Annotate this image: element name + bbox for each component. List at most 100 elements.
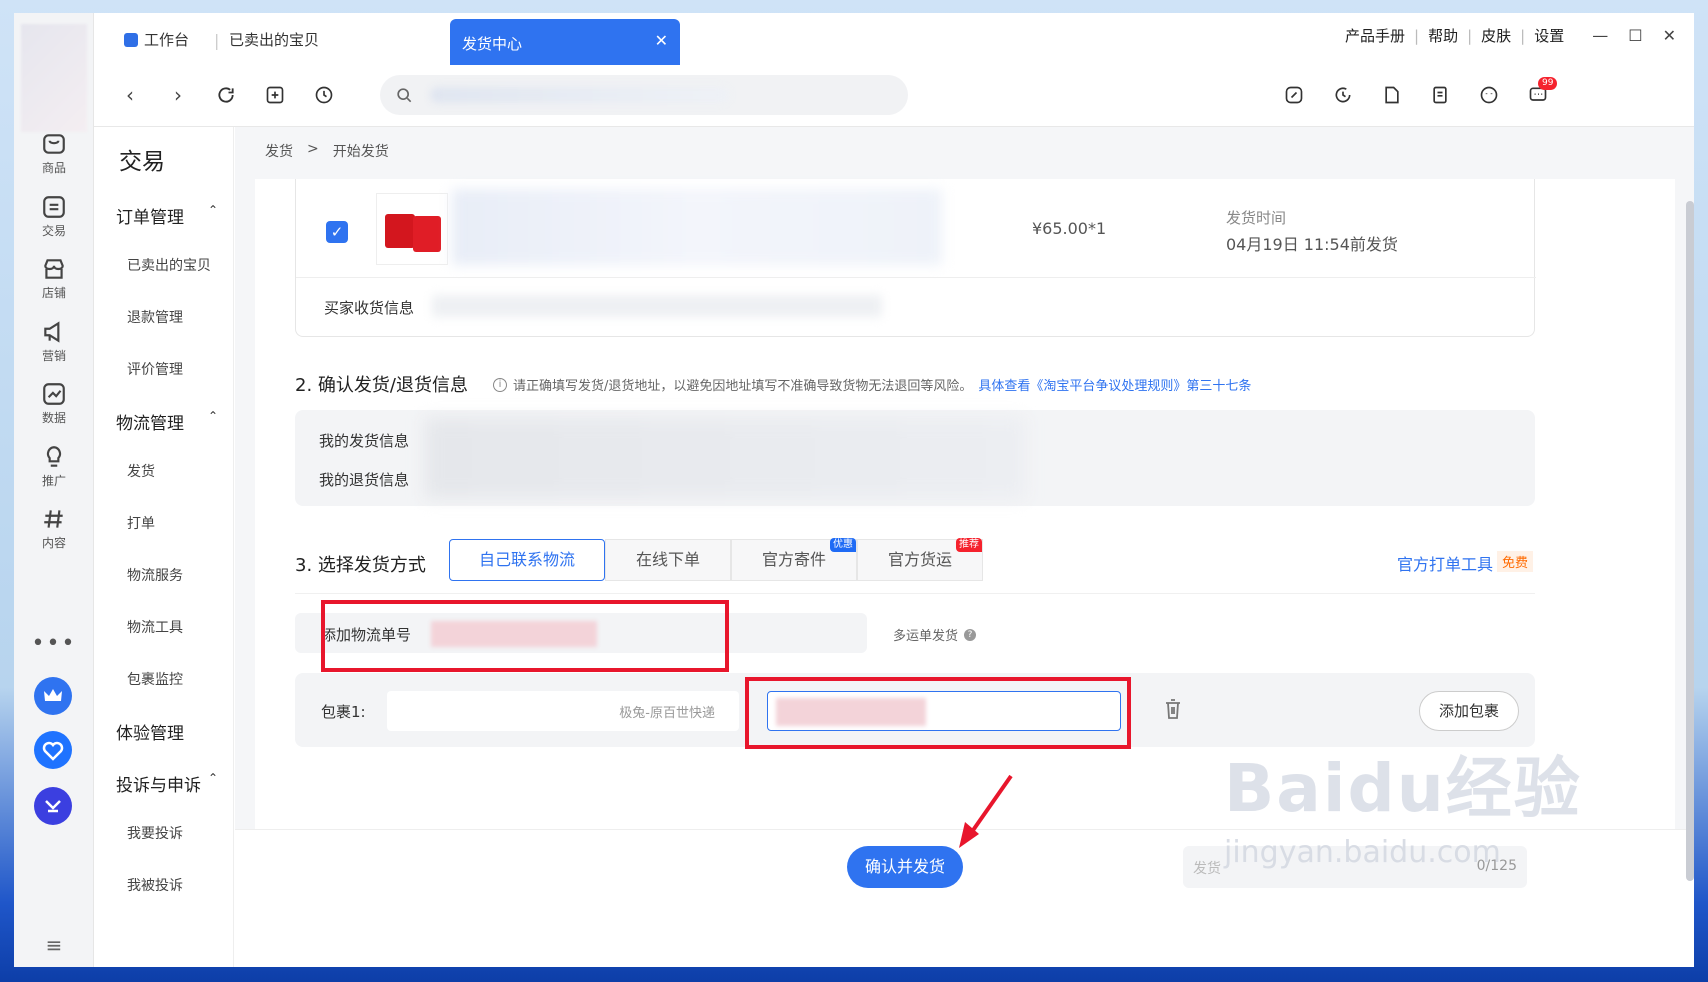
shipping-form: ✓ ¥65.00*1 发货时间 04月19日 11:54前发货 买家收货信息 2… [255, 179, 1675, 829]
shop-avatar[interactable] [21, 24, 87, 132]
tab-sold-items[interactable]: 已卖出的宝贝 [229, 29, 319, 50]
nav-item-ship[interactable]: 发货 [127, 461, 155, 481]
add-package-button[interactable]: 添加包裹 [1419, 691, 1519, 731]
breadcrumb-current: 开始发货 [332, 144, 389, 160]
nav-item-print[interactable]: 打单 [127, 513, 155, 533]
notification-badge: 99 [1538, 77, 1558, 90]
courier-select[interactable]: 极兔-原百世快递 [387, 691, 739, 731]
back-icon[interactable]: ‹ [116, 81, 144, 109]
workspace-icon [124, 32, 138, 47]
megaphone-icon [44, 321, 60, 343]
tab-workspace[interactable]: 工作台 [124, 29, 189, 50]
trash-icon[interactable] [1163, 697, 1183, 721]
address-bar[interactable] [380, 75, 908, 115]
method-official-freight[interactable]: 官方货运 推荐 [857, 538, 983, 581]
watermark-url: jingyan.baidu.com [1224, 835, 1501, 870]
rail-item-marketing[interactable]: 营销 [14, 319, 94, 379]
breadcrumb-ship[interactable]: 发货 [265, 141, 293, 161]
forward-icon[interactable]: › [164, 81, 192, 109]
return-info-label: 我的退货信息 [319, 471, 410, 489]
method-label: 官方货运 [887, 550, 952, 569]
rail-label: 商品 [41, 161, 66, 175]
divider: | [1414, 26, 1420, 45]
multi-waybill[interactable]: 多运单发货 ? [893, 625, 977, 644]
remark-placeholder: 发货 [1193, 861, 1221, 877]
help-link[interactable]: 帮助 [1428, 25, 1458, 46]
manual-link[interactable]: 产品手册 [1345, 25, 1405, 46]
divider: | [1467, 26, 1473, 45]
store-icon [44, 259, 64, 279]
method-self-contact[interactable]: 自己联系物流 [449, 539, 605, 581]
section-confirm-address-title: 2. 确认发货/退货信息 [295, 375, 468, 396]
help-icon[interactable]: ? [964, 628, 977, 641]
close-window-icon[interactable]: ✕ [1663, 26, 1676, 45]
side-nav: 交易 订单管理 ⌃ 已卖出的宝贝 退款管理 评价管理 物流管理 ⌃ 发货 打单 物流… [94, 127, 234, 967]
discount-tag: 优惠 [830, 538, 856, 552]
nav-item-sold[interactable]: 已卖出的宝贝 [127, 255, 211, 275]
rail-item-data[interactable]: 数据 [14, 381, 94, 441]
nav-group-label: 投诉与申诉 [116, 776, 201, 796]
nav-item-service[interactable]: 物流服务 [127, 565, 183, 585]
message-icon[interactable]: 99 [1524, 77, 1558, 109]
nav-group-logistics[interactable]: 物流管理 ⌃ [116, 409, 226, 434]
nav-item-review[interactable]: 评价管理 [127, 359, 183, 379]
send-info-label: 我的发货信息 [319, 432, 410, 450]
order-checkbox[interactable]: ✓ [326, 221, 348, 243]
nav-item-complained[interactable]: 我被投诉 [127, 875, 183, 895]
ship-time-value: 04月19日 11:54前发货 [1226, 235, 1398, 254]
tab-label: 工作台 [144, 31, 190, 49]
order-card: ✓ ¥65.00*1 发货时间 04月19日 11:54前发货 买家收货信息 [295, 179, 1536, 337]
crown-icon[interactable] [34, 677, 72, 715]
close-icon[interactable]: ✕ [655, 31, 668, 50]
sync-icon[interactable] [1329, 81, 1357, 109]
maximize-icon[interactable]: ☐ [1628, 26, 1642, 45]
nav-group-experience[interactable]: 体验管理 [116, 719, 226, 744]
history-icon[interactable] [310, 81, 338, 109]
rules-link[interactable]: 具体查看《淘宝平台争议处理规则》第三十七条 [978, 375, 1251, 394]
skin-link[interactable]: 皮肤 [1481, 25, 1511, 46]
divider [295, 593, 1535, 594]
product-title-blurred [452, 189, 942, 265]
scrollbar[interactable] [1686, 201, 1694, 881]
nav-title: 交易 [119, 149, 165, 175]
rail-item-content[interactable]: 内容 [14, 506, 94, 566]
rail-item-store[interactable]: 店铺 [14, 256, 94, 316]
link-icon[interactable] [1280, 81, 1308, 109]
confirm-ship-button[interactable]: 确认并发货 [847, 846, 963, 888]
new-tab-icon[interactable] [261, 81, 289, 109]
tab-shipping-center[interactable]: 发货中心 ✕ [450, 19, 680, 65]
rail-item-promote[interactable]: 推广 [14, 444, 94, 504]
method-label: 官方寄件 [761, 550, 826, 569]
assistant-icon[interactable] [34, 787, 72, 825]
nav-item-complain[interactable]: 我要投诉 [127, 823, 183, 843]
minimize-icon[interactable]: — [1592, 26, 1608, 45]
product-thumbnail[interactable] [376, 193, 448, 265]
method-online-order[interactable]: 在线下单 [605, 539, 731, 581]
nav-group-order[interactable]: 订单管理 ⌃ [116, 203, 226, 228]
chevron-up-icon: ⌃ [207, 409, 218, 423]
rail-label: 内容 [41, 536, 66, 550]
nav-item-monitor[interactable]: 包裹监控 [127, 669, 183, 689]
rail-label: 店铺 [41, 286, 66, 300]
nav-item-tools[interactable]: 物流工具 [127, 617, 183, 637]
file-icon[interactable] [1378, 81, 1406, 109]
rail-item-goods[interactable]: 商品 [14, 131, 94, 191]
address-blurred [425, 418, 1025, 498]
recommend-tag: 推荐 [956, 538, 982, 552]
menu-icon[interactable]: ≡ [14, 933, 94, 957]
app-window: 商品 交易 店铺 营销 数据 推广 内容 ••• ≡ 工作台 | 已卖出的宝贝 … [14, 13, 1694, 967]
rail-item-trade[interactable]: 交易 [14, 194, 94, 254]
nav-item-refund[interactable]: 退款管理 [127, 307, 183, 327]
divider: | [1520, 26, 1526, 45]
heart-icon[interactable] [34, 731, 72, 769]
smile-icon[interactable] [1475, 81, 1503, 109]
document-icon[interactable] [1426, 81, 1454, 109]
refresh-icon[interactable] [212, 81, 240, 109]
more-icon[interactable]: ••• [14, 631, 94, 656]
nav-group-complaint[interactable]: 投诉与申诉 ⌃ [116, 771, 226, 796]
rail-label: 交易 [41, 224, 66, 238]
method-official-pickup[interactable]: 官方寄件 优惠 [731, 538, 857, 581]
print-tool-link[interactable]: 官方打单工具 [1397, 551, 1493, 575]
settings-link[interactable]: 设置 [1534, 25, 1564, 46]
address-notice: i 请正确填写发货/退货地址，以避免因地址填写不准确导致货物无法退回等风险。 具… [493, 375, 1251, 394]
